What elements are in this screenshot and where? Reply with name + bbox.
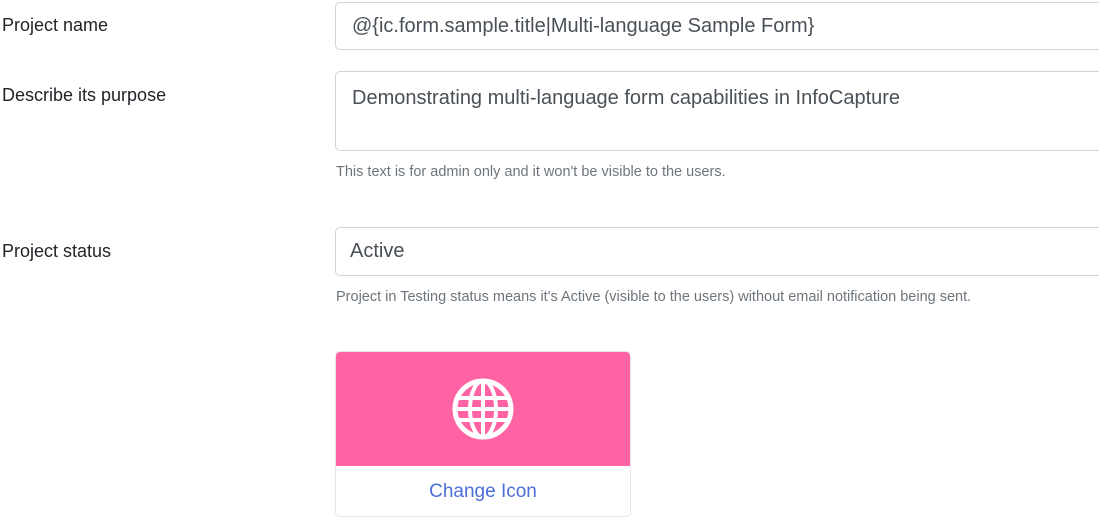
project-name-input[interactable]	[335, 2, 1099, 50]
project-settings-form: Project name Describe its purpose Demons…	[0, 0, 1099, 518]
project-status-select[interactable]: Active	[335, 227, 1099, 276]
purpose-label: Describe its purpose	[2, 85, 167, 105]
project-status-label: Project status	[2, 241, 112, 261]
purpose-textarea[interactable]: Demonstrating multi-language form capabi…	[335, 71, 1099, 151]
project-name-label: Project name	[2, 15, 109, 35]
globe-icon	[452, 378, 514, 440]
purpose-help-text: This text is for admin only and it won't…	[336, 164, 726, 180]
change-icon-button[interactable]: Change Icon	[336, 466, 630, 516]
icon-preview	[336, 352, 630, 466]
status-help-text: Project in Testing status means it's Act…	[336, 289, 972, 305]
project-icon-card: Change Icon	[335, 351, 631, 517]
